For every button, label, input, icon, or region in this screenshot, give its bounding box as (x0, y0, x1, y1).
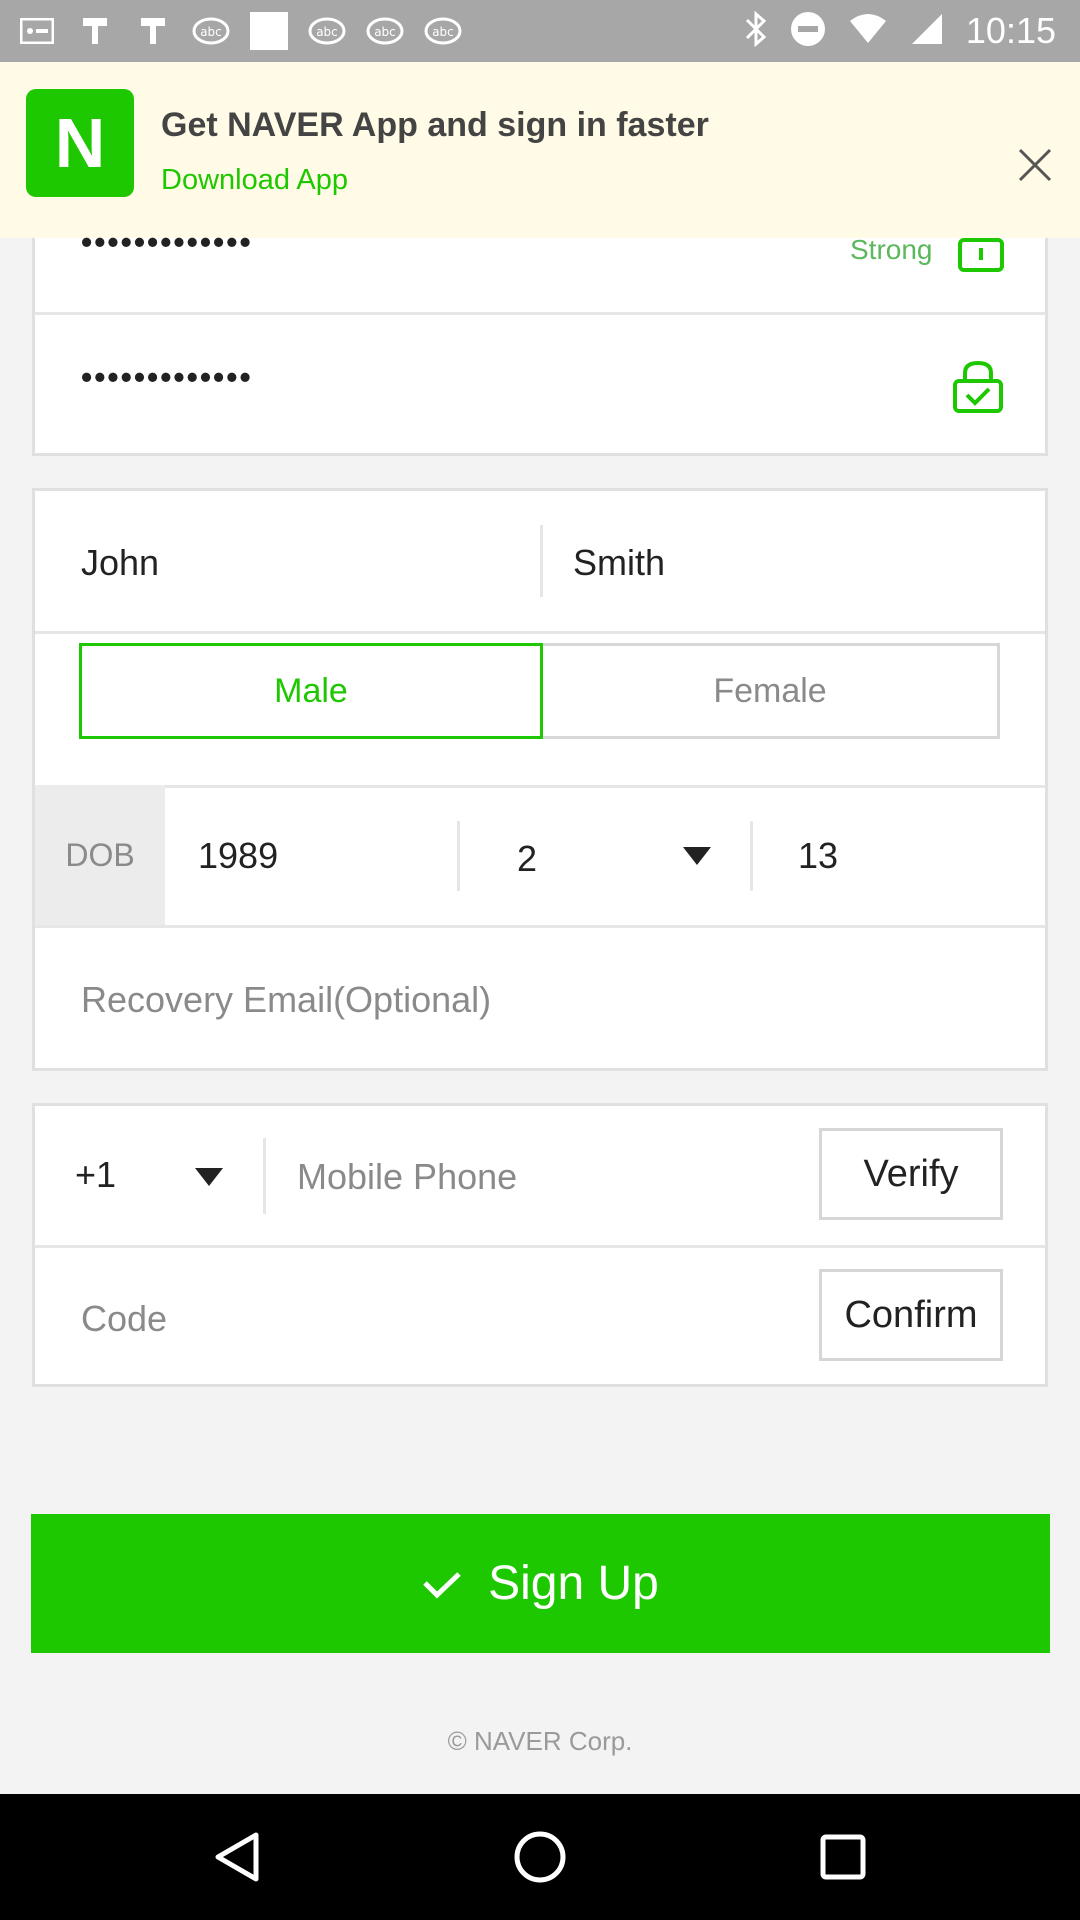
country-code-select[interactable]: +1 (35, 1106, 263, 1245)
notification-icon (18, 14, 56, 48)
recovery-email-field[interactable]: Recovery Email(Optional) (81, 979, 491, 1021)
divider (35, 925, 1045, 928)
mobile-phone-field[interactable]: Mobile Phone (297, 1156, 517, 1198)
pin-icon (134, 14, 172, 48)
image-icon (250, 12, 288, 50)
divider (263, 1138, 266, 1214)
naver-logo[interactable]: N (26, 89, 134, 197)
divider (35, 1245, 1045, 1248)
close-icon[interactable] (1018, 148, 1058, 188)
name-row: John Smith (35, 491, 1045, 631)
abc-icon: abc (308, 14, 346, 48)
gender-female-button[interactable]: Female (540, 643, 1000, 739)
dob-day-field[interactable]: 13 (798, 835, 838, 877)
copyright-text: © NAVER Corp. (447, 1726, 633, 1756)
svg-text:abc: abc (432, 25, 454, 39)
password-row[interactable]: ••••••••••••• Strong (35, 224, 1045, 312)
lock-check-icon (951, 359, 1005, 420)
home-icon[interactable] (505, 1822, 575, 1892)
divider (540, 525, 543, 597)
dob-label: DOB (35, 785, 165, 925)
do-not-disturb-icon (790, 11, 826, 52)
back-icon[interactable] (202, 1822, 272, 1892)
download-app-link[interactable]: Download App (161, 164, 348, 197)
svg-text:abc: abc (200, 25, 222, 39)
abc-icon: abc (366, 14, 404, 48)
password-card: ••••••••••••• Strong ••••••••••••• (32, 224, 1048, 456)
confirm-button[interactable]: Confirm (819, 1269, 1003, 1361)
navigation-bar (0, 1794, 1080, 1920)
dob-month-value: 2 (517, 838, 538, 879)
lock-icon (957, 238, 1005, 277)
password-strength: Strong (850, 234, 933, 265)
chevron-down-icon (195, 1168, 223, 1191)
bluetooth-icon (744, 10, 768, 52)
recents-icon[interactable] (808, 1822, 878, 1892)
chevron-down-icon (683, 847, 711, 870)
naver-logo-letter: N (54, 104, 106, 182)
gender-male-button[interactable]: Male (79, 643, 543, 739)
sign-up-label: Sign Up (488, 1557, 659, 1610)
dob-year-field[interactable]: 1989 (198, 835, 278, 877)
divider (750, 821, 753, 891)
check-icon (422, 1556, 462, 1611)
country-code-value: +1 (75, 1154, 117, 1195)
signal-icon (910, 12, 944, 51)
svg-text:abc: abc (316, 25, 338, 39)
first-name-field[interactable]: John (81, 542, 159, 584)
status-bar: abc abc abc abc 10:15 (0, 0, 1080, 62)
abc-icon: abc (192, 14, 230, 48)
banner-title: Get NAVER App and sign in faster (161, 106, 709, 144)
dob-month-select[interactable]: 2 (460, 785, 750, 925)
abc-icon: abc (424, 14, 462, 48)
phone-card: +1 Mobile Phone Verify Code Confirm (32, 1103, 1048, 1387)
pin-icon (76, 14, 114, 48)
divider (35, 631, 1045, 634)
confirm-password-row[interactable]: ••••••••••••• (35, 315, 1045, 453)
verify-button[interactable]: Verify (819, 1128, 1003, 1220)
wifi-icon (848, 13, 888, 50)
svg-text:abc: abc (374, 25, 396, 39)
sign-up-button[interactable]: Sign Up (31, 1514, 1050, 1653)
verification-code-field[interactable]: Code (81, 1298, 167, 1340)
confirm-password-field[interactable]: ••••••••••••• (81, 359, 253, 396)
profile-card: John Smith Male Female DOB 1989 2 13 Rec… (32, 488, 1048, 1071)
last-name-field[interactable]: Smith (573, 542, 665, 584)
clock: 10:15 (965, 10, 1056, 51)
password-field[interactable]: ••••••••••••• (81, 224, 253, 261)
app-install-banner[interactable]: N Get NAVER App and sign in faster Downl… (0, 62, 1080, 238)
